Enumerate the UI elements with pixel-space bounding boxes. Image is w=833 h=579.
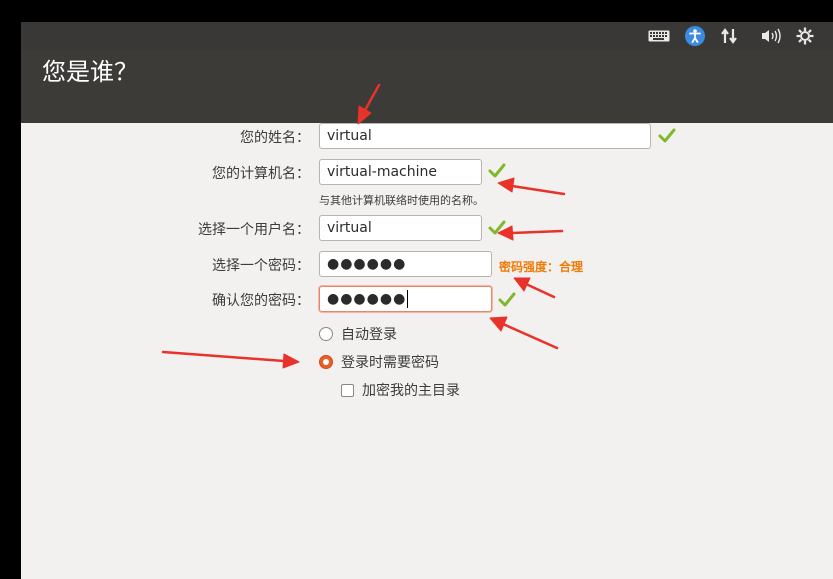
installer-window: 您是谁？ 您的姓名： virtual 您的计算机名： virtual-machi… [21, 22, 833, 579]
encrypt-home-option[interactable]: 加密我的主目录 [341, 380, 460, 400]
settings-icon[interactable] [791, 22, 819, 50]
password-row: 选择一个密码： ●●●●●● [21, 251, 833, 281]
keyboard-icon[interactable] [645, 22, 673, 50]
computer-name-hint: 与其他计算机联络时使用的名称。 [319, 194, 484, 207]
password-strength-label: 密码强度：合理 [499, 260, 584, 274]
computer-name-label: 您的计算机名： [212, 166, 310, 182]
username-label: 选择一个用户名： [198, 222, 310, 238]
name-valid-check-icon [658, 128, 676, 143]
name-input[interactable]: virtual [319, 123, 651, 149]
password-label: 选择一个密码： [212, 258, 310, 274]
require-password-option[interactable]: 登录时需要密码 [319, 352, 439, 372]
name-value: virtual [327, 128, 372, 144]
page-title: 您是谁？ [42, 58, 138, 86]
top-panel [21, 22, 833, 50]
username-input[interactable]: virtual [319, 215, 482, 241]
encrypt-home-label: 加密我的主目录 [362, 383, 460, 399]
require-password-label: 登录时需要密码 [341, 355, 439, 371]
confirm-password-value: ●●●●●● [327, 291, 407, 307]
auto-login-option[interactable]: 自动登录 [319, 324, 397, 344]
computer-name-row: 您的计算机名： virtual-machine [21, 159, 833, 189]
computer-name-value: virtual-machine [327, 164, 437, 180]
page-header: 您是谁？ [21, 50, 833, 123]
confirm-password-valid-check-icon [498, 292, 516, 307]
confirm-password-row: 确认您的密码： ●●●●●● [21, 286, 833, 316]
computer-name-valid-check-icon [488, 163, 506, 178]
require-password-radio[interactable] [319, 355, 333, 369]
auto-login-label: 自动登录 [341, 327, 397, 343]
name-label: 您的姓名： [240, 130, 310, 146]
computer-name-input[interactable]: virtual-machine [319, 159, 482, 185]
password-input[interactable]: ●●●●●● [319, 251, 492, 277]
auto-login-radio[interactable] [319, 327, 333, 341]
username-row: 选择一个用户名： virtual [21, 215, 833, 245]
text-caret [407, 290, 409, 308]
network-icon[interactable] [715, 22, 743, 50]
username-valid-check-icon [488, 220, 506, 235]
encrypt-home-checkbox[interactable] [341, 383, 354, 397]
name-row: 您的姓名： virtual [21, 123, 833, 153]
confirm-password-label: 确认您的密码： [212, 293, 310, 309]
password-value: ●●●●●● [327, 256, 407, 272]
accessibility-icon[interactable] [681, 22, 709, 50]
username-value: virtual [327, 220, 372, 236]
volume-icon[interactable] [757, 22, 785, 50]
confirm-password-input[interactable]: ●●●●●● [319, 286, 492, 312]
